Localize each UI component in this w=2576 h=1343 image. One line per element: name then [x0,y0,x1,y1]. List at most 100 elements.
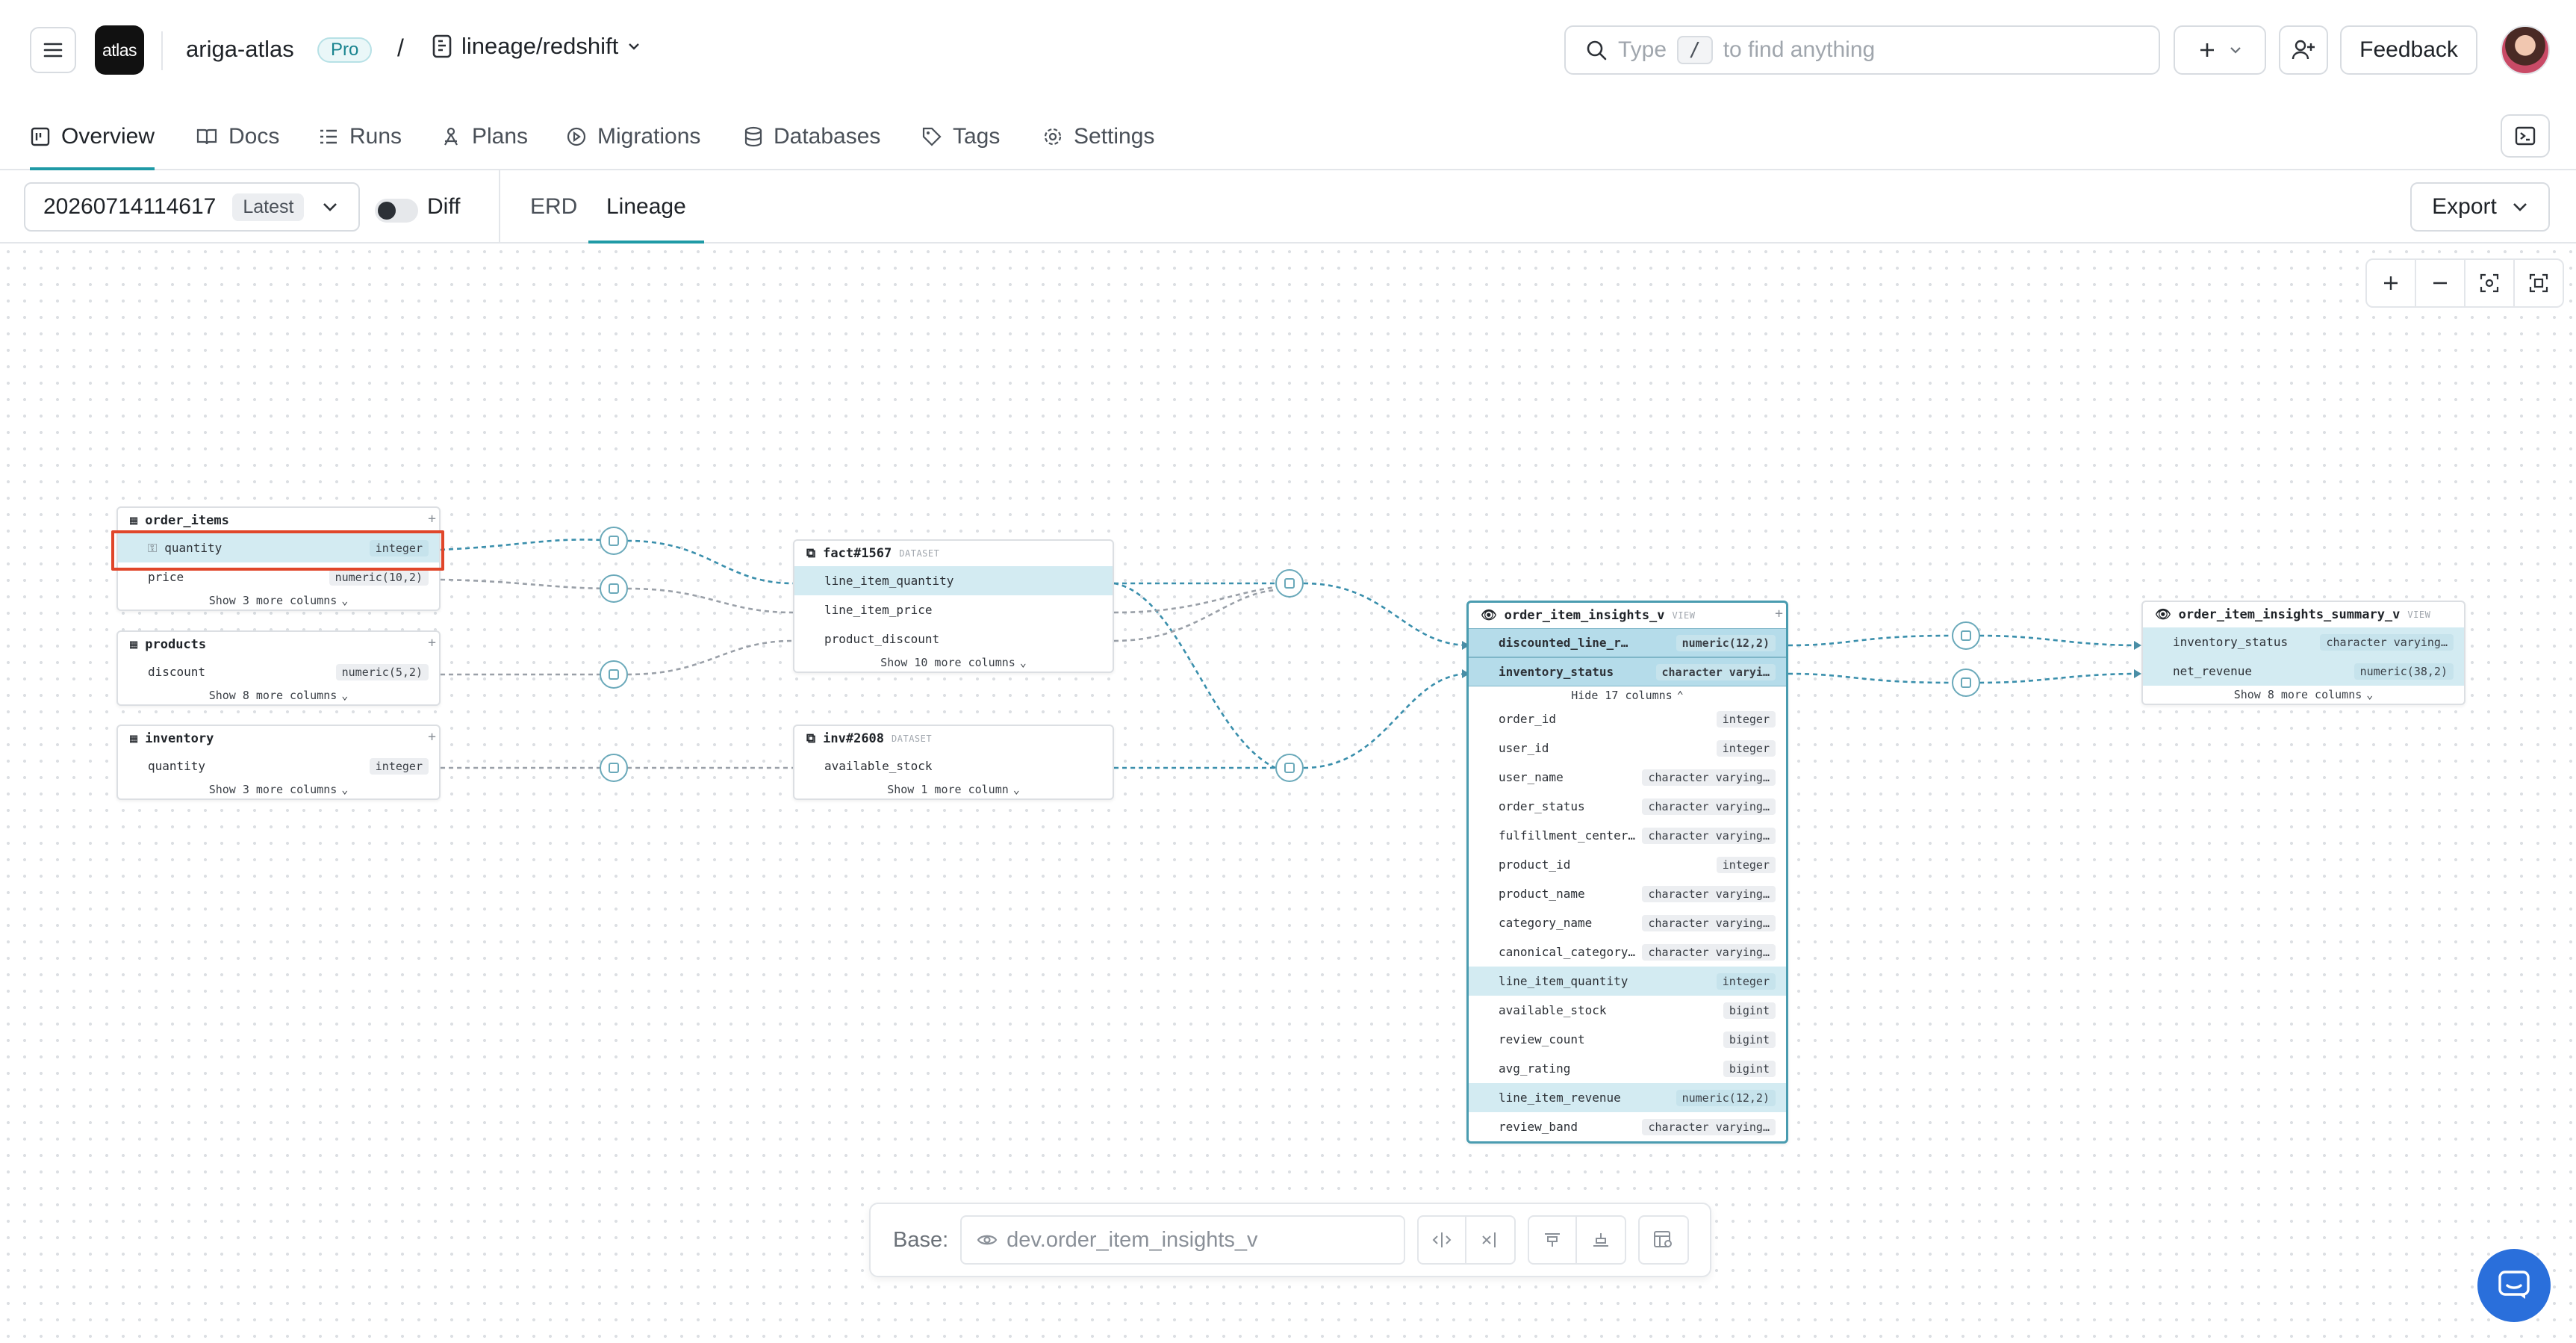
tab-runs[interactable]: Runs [318,118,402,155]
node-tag: VIEW [2407,610,2431,620]
view-node-order-item-insights[interactable]: 👁 order_item_insights_v VIEW + discounte… [1466,601,1788,1144]
node-header: ▦ products + [118,632,439,657]
column-name: product_name [1499,887,1585,901]
column-row[interactable]: product_name character varying… [1469,879,1786,908]
tab-docs[interactable]: Docs [196,118,279,155]
show-more-columns[interactable]: Show 3 more columns ⌄ [118,592,439,610]
align-top-button[interactable] [1529,1217,1578,1263]
column-type: integer [1716,856,1776,873]
column-row[interactable]: fulfillment_center… character varying… [1469,821,1786,850]
search-input[interactable]: Type / to find anything [1564,25,2160,75]
tab-plans[interactable]: Plans [441,118,528,155]
expand-both-button[interactable] [1419,1217,1467,1263]
zoom-out-button[interactable] [2416,260,2465,306]
lineage-link-marker[interactable] [1952,669,1980,697]
plus-icon[interactable]: + [428,511,436,527]
column-row[interactable]: review_count bigint [1469,1025,1786,1054]
lineage-link-marker[interactable] [600,574,628,603]
table-node-inventory[interactable]: ▦ inventory + quantity integer Show 3 mo… [116,725,441,800]
dataset-node-inv[interactable]: ⧉ inv#2608 DATASET available_stock Show … [793,725,1114,800]
tab-lineage[interactable]: Lineage [588,194,704,244]
tab-overview[interactable]: Overview [30,118,155,170]
tab-migrations[interactable]: Migrations [566,118,700,155]
lineage-link-marker[interactable] [600,660,628,689]
column-row[interactable]: discount numeric(5,2) [118,657,439,686]
tab-settings[interactable]: Settings [1042,118,1154,155]
create-button[interactable] [2174,25,2266,75]
plus-icon[interactable]: + [1775,606,1783,621]
show-more-columns[interactable]: Show 8 more columns ⌄ [2143,686,2464,704]
column-row[interactable]: line_item_quantity [794,566,1113,595]
tab-tags[interactable]: Tags [921,118,1000,155]
tab-label: Settings [1074,124,1155,149]
org-name[interactable]: ariga-atlas [186,36,294,63]
column-row[interactable]: discounted_line_r… numeric(12,2) [1469,628,1786,657]
search-placeholder-pre: Type [1618,37,1667,62]
column-row[interactable]: inventory_status character varying… [2143,627,2464,657]
column-row[interactable]: user_name character varying… [1469,763,1786,792]
column-row[interactable]: available_stock bigint [1469,996,1786,1025]
column-row[interactable]: category_name character varying… [1469,908,1786,937]
column-row[interactable]: line_item_quantity integer [1469,967,1786,996]
column-row[interactable]: inventory_status character varyi… [1469,657,1786,686]
column-row[interactable]: order_id integer [1469,704,1786,733]
column-name: available_stock [824,759,933,773]
dataset-icon: ⧉ [806,546,816,561]
column-row[interactable]: quantity integer [118,751,439,781]
version-select[interactable]: 20260714114617 Latest [24,182,360,232]
hide-columns[interactable]: Hide 17 columns ⌃ [1469,686,1786,704]
lineage-link-marker[interactable] [1275,754,1304,782]
node-title: order_item_insights_v [1504,608,1665,623]
column-row[interactable]: avg_rating bigint [1469,1054,1786,1083]
lineage-link-marker[interactable] [1952,621,1980,650]
column-row[interactable]: available_stock [794,751,1113,781]
terminal-button[interactable] [2501,114,2550,158]
column-row[interactable]: product_discount [794,624,1113,654]
column-row[interactable]: review_band character varying… [1469,1112,1786,1141]
fit-view-icon [2529,273,2548,293]
align-bottom-icon [1593,1233,1609,1247]
feedback-button[interactable]: Feedback [2340,25,2477,75]
lineage-link-marker[interactable] [600,754,628,782]
fit-view-button[interactable] [2515,260,2563,306]
show-more-columns[interactable]: Show 1 more column ⌄ [794,781,1113,798]
tab-databases[interactable]: Databases [744,118,880,155]
dataset-node-fact[interactable]: ⧉ fact#1567 DATASET line_item_quantity l… [793,539,1114,673]
chat-launcher[interactable] [2477,1249,2551,1322]
show-more-columns[interactable]: Show 8 more columns ⌄ [118,686,439,704]
plus-icon[interactable]: + [428,729,436,745]
column-row[interactable]: net_revenue numeric(38,2) [2143,657,2464,686]
column-row[interactable]: canonical_category… character varying… [1469,937,1786,967]
diff-toggle[interactable] [375,199,418,223]
collapse-button[interactable] [1466,1217,1514,1263]
table-view-button[interactable] [1640,1217,1687,1263]
avatar[interactable] [2501,25,2550,75]
menu-button[interactable] [30,27,76,73]
breadcrumb-separator: / [397,34,404,61]
column-row[interactable]: user_id integer [1469,733,1786,763]
repo-selector[interactable]: lineage/redshift [432,33,641,60]
atlas-logo[interactable]: atlas [95,25,144,75]
column-row[interactable]: product_id integer [1469,850,1786,879]
node-header: ▦ order_items + [118,508,439,533]
zoom-in-button[interactable] [2367,260,2416,306]
tab-erd[interactable]: ERD [530,194,577,220]
table-node-products[interactable]: ▦ products + discount numeric(5,2) Show … [116,630,441,706]
column-row[interactable]: line_item_revenue numeric(12,2) [1469,1083,1786,1112]
view-node-summary[interactable]: 👁 order_item_insights_summary_v VIEW inv… [2141,601,2465,705]
column-row[interactable]: line_item_price [794,595,1113,624]
export-button[interactable]: Export [2410,182,2550,232]
plus-icon[interactable]: + [428,635,436,651]
lineage-canvas[interactable]: ▦ order_items + ⚿ quantity integer price … [0,244,2576,1343]
lineage-link-marker[interactable] [1275,569,1304,598]
base-input[interactable]: dev.order_item_insights_v [960,1215,1406,1265]
chevron-down-icon: ⌄ [341,783,349,796]
column-type: character varying… [1642,827,1776,844]
align-bottom-button[interactable] [1577,1217,1625,1263]
lineage-link-marker[interactable] [600,527,628,555]
focus-button[interactable] [2465,260,2515,306]
show-more-columns[interactable]: Show 10 more columns ⌄ [794,654,1113,672]
show-more-columns[interactable]: Show 3 more columns ⌄ [118,781,439,798]
invite-user-button[interactable] [2279,25,2328,75]
column-row[interactable]: order_status character varying… [1469,792,1786,821]
